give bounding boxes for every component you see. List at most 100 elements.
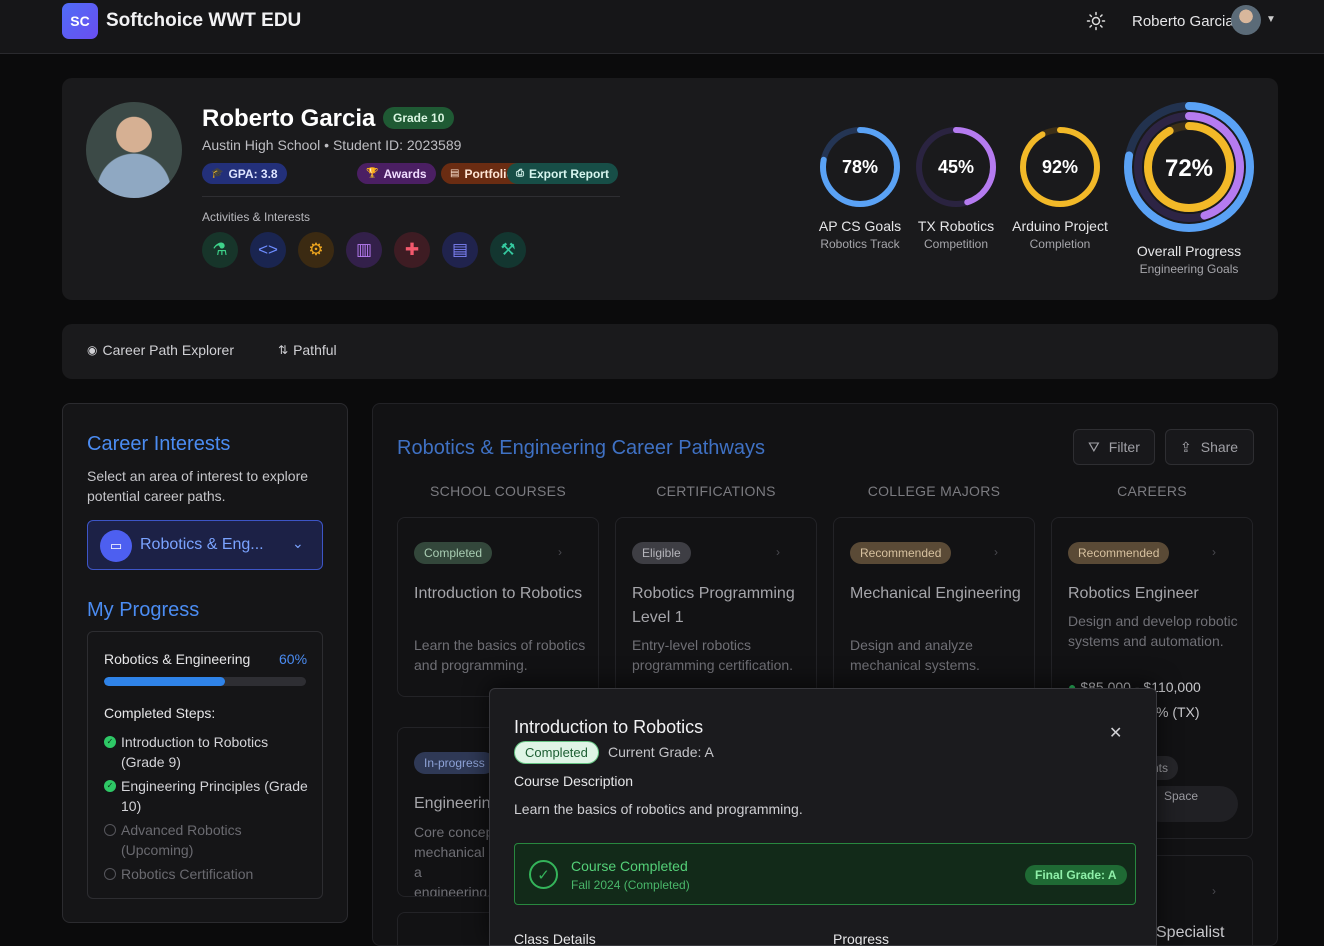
ring-pct: 78% (842, 157, 878, 177)
progress-heading: Progress (833, 931, 890, 946)
flask-icon[interactable]: ⚗ (202, 232, 238, 268)
share-label: Share (1200, 439, 1239, 455)
activities-label: Activities & Interests (202, 210, 311, 224)
interest-select[interactable]: ▭ Robotics & Eng... ⌄ (87, 520, 323, 570)
tab-label: Pathful (293, 342, 337, 358)
avatar[interactable] (1231, 5, 1261, 35)
share-button[interactable]: ⇪ Share (1165, 429, 1254, 465)
file-icon: ▤ (450, 168, 460, 179)
export-report-button[interactable]: ⎙ Export Report (507, 163, 619, 184)
route-icon: ⇅ (278, 343, 289, 357)
career-sidebar: Career Interests Select an area of inter… (62, 403, 348, 923)
progress-bar-fill (104, 677, 226, 686)
progress-box: Robotics & Engineering 60% Completed Ste… (87, 631, 323, 899)
code-icon[interactable]: <> (250, 232, 286, 268)
status-badge: Completed (514, 741, 599, 764)
pathway-card[interactable]: Recommended › Mechanical Engineering Des… (833, 517, 1035, 697)
progress-bar (104, 677, 306, 686)
final-grade-badge: Final Grade: A (1025, 865, 1127, 885)
pathway-card[interactable]: Completed › Introduction to Robotics Lea… (397, 517, 599, 697)
compass-icon: ◉ (87, 343, 98, 357)
trophy-icon: 🏆 (366, 168, 379, 179)
ring-label: TX Robotics (917, 218, 995, 234)
column-header-school-courses: SCHOOL COURSES (430, 483, 566, 499)
card-title: Mechanical Engineering (850, 585, 1021, 602)
progress-percent: 60% (279, 651, 308, 667)
chevron-right-icon: › (1212, 545, 1216, 559)
chevron-down-icon[interactable]: ▼ (1266, 14, 1276, 25)
banner-title: Course Completed (571, 858, 688, 874)
status-badge: Completed (414, 542, 493, 564)
status-badge: Recommended (1068, 542, 1170, 564)
card-desc: Entry-level robotics programming certifi… (632, 637, 794, 673)
gpa-pill[interactable]: 🎓 GPA: 3.8 (202, 163, 287, 184)
step-label: Introduction to Robotics (Grade 9) (121, 734, 269, 770)
chevron-down-icon: ⌄ (292, 535, 304, 551)
completion-banner: ✓ Course Completed Fall 2024 (Completed)… (514, 843, 1136, 905)
tab-career-path-explorer[interactable]: ◉ Career Path Explorer (87, 342, 234, 358)
step-label: Advanced Robotics (Upcoming) (121, 822, 242, 858)
overall-label: Overall Progress (1136, 243, 1242, 259)
awards-button[interactable]: 🏆 Awards (357, 163, 436, 184)
top-navbar: SC Softchoice WWT EDU Roberto Garcia ▼ (0, 0, 1324, 54)
career-interests-desc: Select an area of interest to explore po… (87, 468, 309, 504)
sun-icon[interactable] (1086, 11, 1106, 31)
brand-name[interactable]: Softchoice WWT EDU (106, 10, 301, 32)
gear-icon[interactable]: ⚙ (298, 232, 334, 268)
ring-sub: Competition (923, 237, 989, 251)
career-interests-title: Career Interests (87, 433, 231, 455)
growth-rate: % (TX) (1156, 704, 1200, 720)
gpa-label: GPA: 3.8 (228, 166, 278, 181)
ring-arduino-project: 92% (1020, 127, 1100, 207)
step-item: ✓ Engineering Principles (Grade 10) (104, 776, 314, 816)
tab-label: Career Path Explorer (102, 342, 234, 358)
pathway-card[interactable]: Eligible › Robotics Programming Level 1 … (615, 517, 817, 697)
interest-select-value: Robotics & Eng... (140, 536, 264, 553)
step-item: Advanced Robotics (Upcoming) (104, 820, 314, 860)
pathways-title: Robotics & Engineering Career Pathways (397, 437, 765, 459)
check-circle-icon: ✓ (529, 860, 558, 889)
card-title: Introduction to Robotics (414, 585, 583, 602)
puzzle-icon[interactable]: ✚ (394, 232, 430, 268)
course-description: Learn the basics of robotics and program… (514, 801, 803, 817)
laptop-icon: ▭ (100, 530, 132, 562)
step-item: ✓ Introduction to Robotics (Grade 9) (104, 732, 314, 772)
user-name[interactable]: Roberto Garcia (1132, 13, 1234, 30)
close-icon[interactable]: ✕ (1109, 723, 1122, 743)
awards-label: Awards (383, 166, 427, 181)
printer-icon: ⎙ (516, 168, 524, 179)
overall-sub: Engineering Goals (1139, 262, 1239, 276)
card-desc: Design and develop robotic systems and a… (1068, 613, 1238, 649)
ring-tx-robotics: 45% (916, 127, 996, 207)
my-progress-title: My Progress (87, 599, 200, 621)
class-details-heading: Class Details (514, 931, 596, 946)
divider (202, 196, 620, 197)
column-header-certifications: CERTIFICATIONS (656, 483, 776, 499)
step-item: Robotics Certification (104, 864, 314, 884)
robot-arm-icon[interactable]: ⚒ (490, 232, 526, 268)
check-icon: ✓ (104, 780, 116, 792)
filter-button[interactable]: ⛛ Filter (1073, 429, 1155, 465)
step-label: Robotics Certification (121, 866, 254, 882)
school-info: Austin High School • Student ID: 2023589 (202, 137, 462, 153)
chat-icon[interactable]: ▤ (442, 232, 478, 268)
current-grade: Current Grade: A (608, 744, 714, 760)
ring-sub: Completion (1029, 237, 1091, 251)
piano-icon[interactable]: ▥ (346, 232, 382, 268)
status-badge: Recommended (850, 542, 952, 564)
card-desc: Design and analyze mechanical systems. (850, 637, 980, 673)
chevron-right-icon: › (994, 545, 998, 559)
card-desc: Core concep mechanical a engineering. (414, 824, 494, 897)
ring-pct: 45% (938, 157, 974, 177)
ring-pct: 92% (1042, 157, 1078, 177)
banner-subtitle: Fall 2024 (Completed) (571, 878, 690, 892)
filter-icon: ⛛ (1088, 438, 1100, 455)
share-icon: ⇪ (1180, 438, 1192, 455)
logo[interactable]: SC (62, 3, 98, 39)
overall-pct: 72% (1165, 155, 1213, 182)
status-badge: In-progress (414, 752, 495, 774)
chevron-right-icon: › (1212, 884, 1216, 898)
filter-label: Filter (1108, 439, 1140, 455)
tab-bar: ◉ Career Path Explorer ⇅ Pathful (62, 324, 1278, 379)
tab-pathful[interactable]: ⇅ Pathful (278, 342, 337, 358)
